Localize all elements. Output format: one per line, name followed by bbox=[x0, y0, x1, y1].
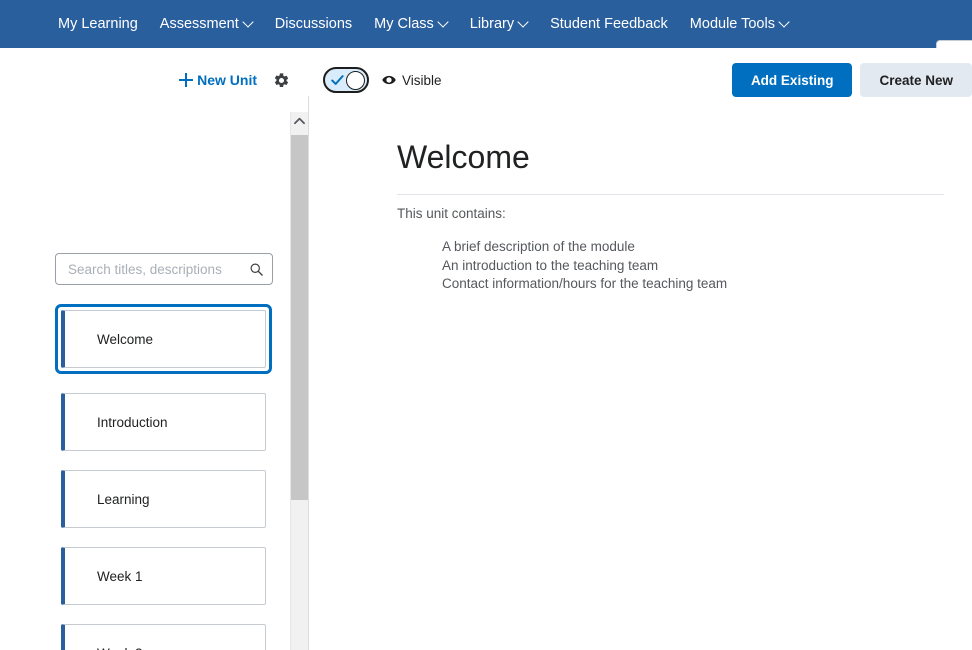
chevron-down-icon bbox=[780, 18, 789, 27]
toolbar-left-group: New Unit bbox=[0, 48, 308, 112]
unit-contains-item: Contact information/hours for the teachi… bbox=[442, 276, 728, 291]
list-item[interactable]: Learning bbox=[61, 470, 266, 528]
nav-item-module-tools[interactable]: Module Tools bbox=[690, 17, 789, 32]
unit-card-label: Welcome bbox=[97, 331, 154, 347]
search-box[interactable] bbox=[55, 253, 273, 285]
unit-contains-list: A brief description of the module An int… bbox=[442, 238, 727, 294]
scroll-up-button[interactable] bbox=[291, 112, 308, 129]
nav-item-assessment[interactable]: Assessment bbox=[160, 17, 253, 32]
new-unit-button[interactable]: New Unit bbox=[179, 72, 257, 88]
visible-toggle-switch[interactable] bbox=[323, 67, 369, 93]
chevron-down-icon bbox=[519, 18, 528, 27]
toolbar-action-buttons: Add Existing Create New bbox=[731, 63, 972, 97]
toolbar-right-group: Visible Add Existing Create New bbox=[309, 48, 972, 112]
unit-card-label: Introduction bbox=[97, 414, 168, 430]
check-icon bbox=[331, 75, 344, 85]
unit-toolbar: New Unit Visible Add Existing Create New bbox=[0, 48, 972, 160]
chevron-up-icon bbox=[294, 117, 305, 124]
list-item[interactable]: Welcome bbox=[55, 304, 272, 374]
chevron-down-icon bbox=[244, 18, 253, 27]
search-icon[interactable] bbox=[249, 262, 264, 277]
nav-item-my-class[interactable]: My Class bbox=[374, 17, 448, 32]
unit-card-introduction[interactable]: Introduction bbox=[61, 393, 266, 451]
unit-card-label: Week 2 bbox=[97, 646, 143, 650]
nav-item-library[interactable]: Library bbox=[470, 17, 528, 32]
unit-card-label: Learning bbox=[97, 491, 150, 507]
nav-item-label: My Class bbox=[374, 15, 434, 32]
nav-item-student-feedback[interactable]: Student Feedback bbox=[550, 17, 668, 32]
unit-detail-pane: Welcome This unit contains: A brief desc… bbox=[309, 112, 972, 650]
unit-sidebar: Welcome Introduction Learning Week 1 Wee… bbox=[0, 112, 290, 650]
unit-contains-item: An introduction to the teaching team bbox=[442, 257, 659, 273]
nav-item-label: My Learning bbox=[58, 15, 138, 32]
page-title: Welcome bbox=[397, 139, 530, 175]
settings-button[interactable] bbox=[273, 72, 290, 89]
scrollbar-thumb[interactable] bbox=[291, 135, 308, 500]
list-item[interactable]: Week 2 bbox=[61, 624, 266, 650]
visible-label: Visible bbox=[402, 72, 442, 88]
eye-icon bbox=[382, 75, 396, 85]
list-item[interactable]: Week 1 bbox=[61, 547, 266, 605]
nav-item-label: Library bbox=[469, 15, 515, 32]
sidebar-scrollbar[interactable] bbox=[290, 112, 308, 650]
unit-card-week-1[interactable]: Week 1 bbox=[61, 547, 266, 605]
unit-contains-item: A brief description of the module bbox=[442, 239, 635, 254]
nav-item-label: Discussions bbox=[274, 15, 353, 32]
unit-card-welcome[interactable]: Welcome bbox=[61, 310, 266, 368]
list-item[interactable]: Introduction bbox=[61, 393, 266, 451]
unit-list: Welcome Introduction Learning Week 1 Wee… bbox=[0, 304, 290, 650]
search-input[interactable] bbox=[66, 260, 249, 278]
add-existing-button[interactable]: Add Existing bbox=[731, 63, 853, 97]
gear-icon bbox=[274, 72, 289, 87]
top-navigation-bar: My Learning Assessment Discussions My Cl… bbox=[0, 0, 972, 48]
toggle-knob bbox=[346, 70, 365, 90]
nav-item-label: Module Tools bbox=[689, 15, 775, 32]
unit-card-label: Week 1 bbox=[97, 568, 143, 584]
nav-item-my-learning[interactable]: My Learning bbox=[58, 17, 138, 32]
unit-card-week-2[interactable]: Week 2 bbox=[61, 624, 266, 650]
unit-card-learning[interactable]: Learning bbox=[61, 470, 266, 528]
title-divider bbox=[397, 194, 944, 195]
visible-status: Visible bbox=[382, 73, 442, 88]
unit-contains-label: This unit contains: bbox=[397, 206, 506, 221]
create-new-button[interactable]: Create New bbox=[860, 63, 972, 97]
nav-item-discussions[interactable]: Discussions bbox=[275, 17, 352, 32]
new-unit-label: New Unit bbox=[197, 72, 257, 88]
chevron-down-icon bbox=[439, 18, 448, 27]
plus-icon bbox=[179, 73, 194, 87]
nav-item-label: Assessment bbox=[159, 15, 239, 32]
nav-item-label: Student Feedback bbox=[550, 15, 668, 32]
